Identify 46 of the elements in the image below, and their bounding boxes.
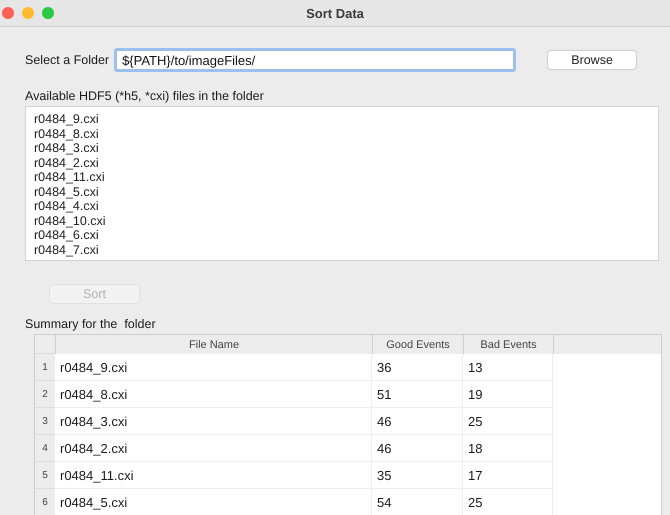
summary-label: Summary for the folder <box>25 317 156 331</box>
folder-path-field[interactable]: ${PATH}/to/imageFiles/ <box>114 48 516 72</box>
row-number: 2 <box>35 381 55 408</box>
table-cell: 51 <box>372 381 463 408</box>
file-list-item[interactable]: r0484_4.cxi <box>34 199 99 214</box>
zoom-icon[interactable] <box>42 7 54 19</box>
table-cell: 25 <box>463 489 553 515</box>
table-cell: 46 <box>372 435 463 462</box>
table-cell: 13 <box>463 354 553 381</box>
browse-button[interactable]: Browse <box>547 50 638 70</box>
table-cell: 46 <box>372 408 463 435</box>
table-cell: 18 <box>463 435 553 462</box>
table-cell: r0484_2.cxi <box>55 435 372 462</box>
row-number: 5 <box>35 462 55 489</box>
files-label: Available HDF5 (*h5, *cxi) files in the folder <box>25 89 264 103</box>
table-cell: r0484_11.cxi <box>55 462 372 489</box>
file-list-item[interactable]: r0484_3.cxi <box>34 141 99 156</box>
table-cell: 36 <box>372 354 463 381</box>
folder-label: Select a Folder <box>25 53 110 67</box>
file-list-item[interactable]: r0484_11.cxi <box>34 170 105 184</box>
file-list-item[interactable]: r0484_8.cxi <box>34 126 99 141</box>
table-cell: r0484_5.cxi <box>55 489 372 515</box>
column-header[interactable]: Bad Events <box>463 335 553 354</box>
file-list-item[interactable]: r0484_7.cxi <box>34 242 99 257</box>
table-cell: 17 <box>463 462 553 489</box>
table-cell: r0484_8.cxi <box>55 381 372 408</box>
file-list-item[interactable]: r0484_5.cxi <box>34 184 99 199</box>
close-icon[interactable] <box>2 7 14 19</box>
table-cell: r0484_3.cxi <box>55 408 372 435</box>
column-header[interactable]: File Name <box>55 335 372 354</box>
row-number: 6 <box>35 489 55 515</box>
minimize-icon[interactable] <box>22 7 34 19</box>
file-list-item[interactable]: r0484_10.cxi <box>34 214 106 228</box>
table-cell: 19 <box>463 381 553 408</box>
window-title: Sort Data <box>306 6 364 20</box>
file-list-item[interactable]: r0484_6.cxi <box>34 228 99 242</box>
file-list-item[interactable]: r0484_2.cxi <box>34 156 99 170</box>
column-header[interactable]: Good Events <box>372 335 463 354</box>
row-number: 4 <box>35 435 55 462</box>
row-number: 1 <box>35 354 55 381</box>
table-cell: 54 <box>372 489 463 515</box>
row-number: 3 <box>35 408 55 435</box>
table-cell: 35 <box>372 462 463 489</box>
table-cell: 25 <box>463 408 553 435</box>
table-cell: r0484_9.cxi <box>55 354 372 381</box>
file-list-item[interactable]: r0484_9.cxi <box>34 112 99 126</box>
